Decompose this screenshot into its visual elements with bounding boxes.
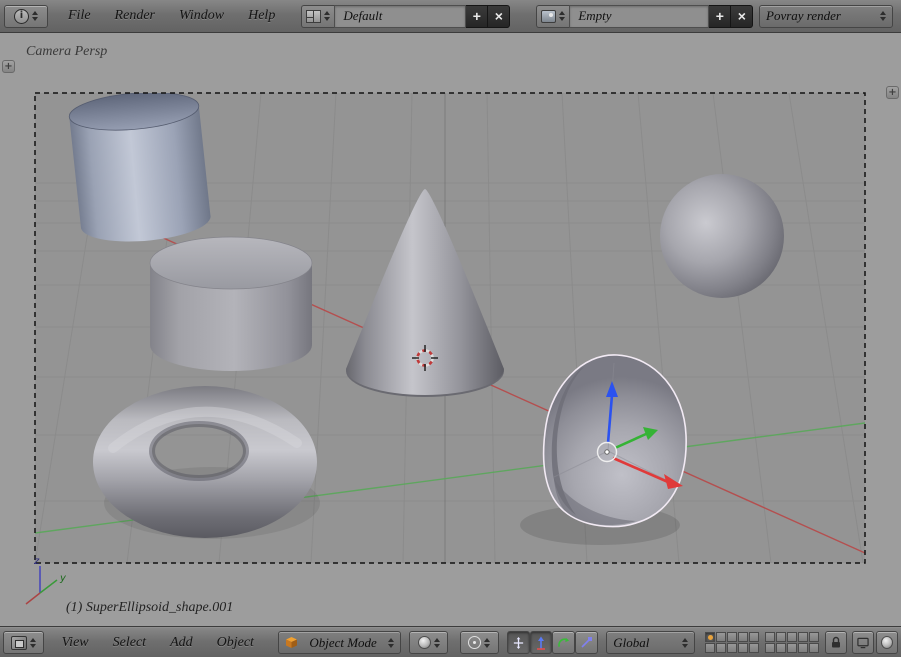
- scene-selector: Empty + ×: [536, 5, 753, 28]
- pivot-arrows-icon: [484, 638, 490, 648]
- layer-16[interactable]: [765, 643, 775, 653]
- manipulator-rotate-button[interactable]: [552, 631, 575, 654]
- layer-14[interactable]: [738, 643, 748, 653]
- layer-7[interactable]: [776, 632, 786, 642]
- lock-layers-button[interactable]: [825, 631, 847, 654]
- layer-11[interactable]: [705, 643, 715, 653]
- view-name-label: Camera Persp: [26, 44, 107, 60]
- scale-axis-icon: [580, 636, 593, 649]
- layer-15[interactable]: [749, 643, 759, 653]
- object-mode-cube-icon: [285, 636, 298, 649]
- layer-2[interactable]: [716, 632, 726, 642]
- info-header: i File Render Window Help Default + × Em…: [0, 0, 901, 33]
- viewport-menu-bar: View Select Add Object: [50, 635, 266, 651]
- mode-dropdown[interactable]: Object Mode: [278, 631, 401, 654]
- add-screen-button[interactable]: +: [466, 5, 488, 28]
- layer-20[interactable]: [809, 643, 819, 653]
- layer-8[interactable]: [787, 632, 797, 642]
- render-engine-dropdown[interactable]: Povray render: [759, 5, 893, 28]
- 3d-view-editor-icon: [11, 636, 27, 650]
- manipulator-scale-button[interactable]: [575, 631, 598, 654]
- sphere-object[interactable]: [660, 174, 784, 298]
- top-menu-bar: File Render Window Help: [56, 8, 287, 24]
- scene-icon: [541, 10, 556, 23]
- screen-browse-button[interactable]: [301, 5, 334, 28]
- layer-6[interactable]: [765, 632, 775, 642]
- transform-orientation-dropdown[interactable]: Global: [606, 631, 695, 654]
- viewport-editor-arrows-icon: [30, 638, 36, 648]
- screen-name-field[interactable]: Default: [334, 5, 466, 28]
- layer-5[interactable]: [749, 632, 759, 642]
- shading-arrows-icon: [434, 638, 440, 648]
- mini-axis-z-label: z: [33, 556, 40, 567]
- viewport-scene: z y: [0, 33, 901, 627]
- short-cylinder-object[interactable]: [150, 237, 312, 371]
- manipulator-move-icon: [512, 636, 525, 650]
- mini-axis-y-label: y: [59, 573, 67, 584]
- viewport-shading-dropdown[interactable]: [409, 631, 448, 654]
- translate-axis-icon: [535, 636, 547, 650]
- layer-buttons: [705, 632, 819, 653]
- layer-3[interactable]: [727, 632, 737, 642]
- layer-12[interactable]: [716, 643, 726, 653]
- delete-scene-button[interactable]: ×: [731, 5, 753, 28]
- menu-object[interactable]: Object: [205, 635, 266, 651]
- 3d-viewport[interactable]: z y Camera Persp (1) SuperEllipsoid_shap…: [0, 33, 901, 627]
- menu-file[interactable]: File: [56, 8, 103, 24]
- mode-arrows-icon: [388, 638, 394, 648]
- orientation-label: Global: [613, 635, 649, 651]
- scene-name-field[interactable]: Empty: [569, 5, 709, 28]
- scene-browse-arrows-icon: [559, 11, 565, 21]
- layer-19[interactable]: [798, 643, 808, 653]
- layer-block-2: [765, 632, 819, 653]
- render-engine-label: Povray render: [766, 8, 841, 24]
- info-editor-icon: i: [14, 9, 29, 24]
- add-scene-button[interactable]: +: [709, 5, 731, 28]
- layer-1[interactable]: [705, 632, 715, 642]
- viewport-header: View Select Add Object Object Mode: [0, 627, 901, 657]
- menu-help[interactable]: Help: [236, 8, 287, 24]
- editor-type-button[interactable]: i: [4, 5, 48, 28]
- manipulator-toggle-button[interactable]: [507, 631, 530, 654]
- pivot-median-icon: [468, 636, 481, 649]
- mode-label: Object Mode: [309, 635, 377, 651]
- layer-13[interactable]: [727, 643, 737, 653]
- layer-17[interactable]: [776, 643, 786, 653]
- menu-render[interactable]: Render: [103, 8, 167, 24]
- screen-browse-arrows-icon: [324, 11, 330, 21]
- menu-view[interactable]: View: [50, 635, 101, 651]
- layer-18[interactable]: [787, 643, 797, 653]
- toolshelf-expand-button[interactable]: +: [2, 60, 15, 73]
- editor-type-arrows-icon: [32, 11, 38, 21]
- blender-window: i File Render Window Help Default + × Em…: [0, 0, 901, 657]
- delete-screen-button[interactable]: ×: [488, 5, 510, 28]
- render-engine-arrows-icon: [880, 11, 886, 21]
- active-object-label: (1) SuperEllipsoid_shape.001: [66, 600, 233, 616]
- layer-block-1: [705, 632, 759, 653]
- screen-selector: Default + ×: [301, 5, 510, 28]
- viewport-editor-type-button[interactable]: [3, 631, 44, 654]
- render-display-icon: [857, 637, 869, 649]
- layer-9[interactable]: [798, 632, 808, 642]
- rotate-arc-icon: [557, 636, 570, 650]
- layer-object-dot: [708, 635, 713, 640]
- scene-browse-button[interactable]: [536, 5, 569, 28]
- manipulator-translate-button[interactable]: [530, 631, 552, 654]
- lock-icon: [830, 636, 842, 649]
- menu-window[interactable]: Window: [167, 8, 236, 24]
- preview-sphere-icon: [881, 636, 893, 649]
- shading-sphere-icon: [418, 636, 431, 649]
- pivot-point-dropdown[interactable]: [460, 631, 499, 654]
- menu-add[interactable]: Add: [158, 635, 205, 651]
- offscreen-render-button[interactable]: [852, 631, 874, 654]
- tall-cylinder-object[interactable]: [68, 88, 212, 247]
- menu-select[interactable]: Select: [101, 635, 158, 651]
- orientation-arrows-icon: [682, 638, 688, 648]
- screen-layout-icon: [306, 10, 321, 23]
- layer-4[interactable]: [738, 632, 748, 642]
- layer-10[interactable]: [809, 632, 819, 642]
- material-preview-button[interactable]: [876, 631, 898, 654]
- properties-expand-button[interactable]: +: [886, 86, 899, 99]
